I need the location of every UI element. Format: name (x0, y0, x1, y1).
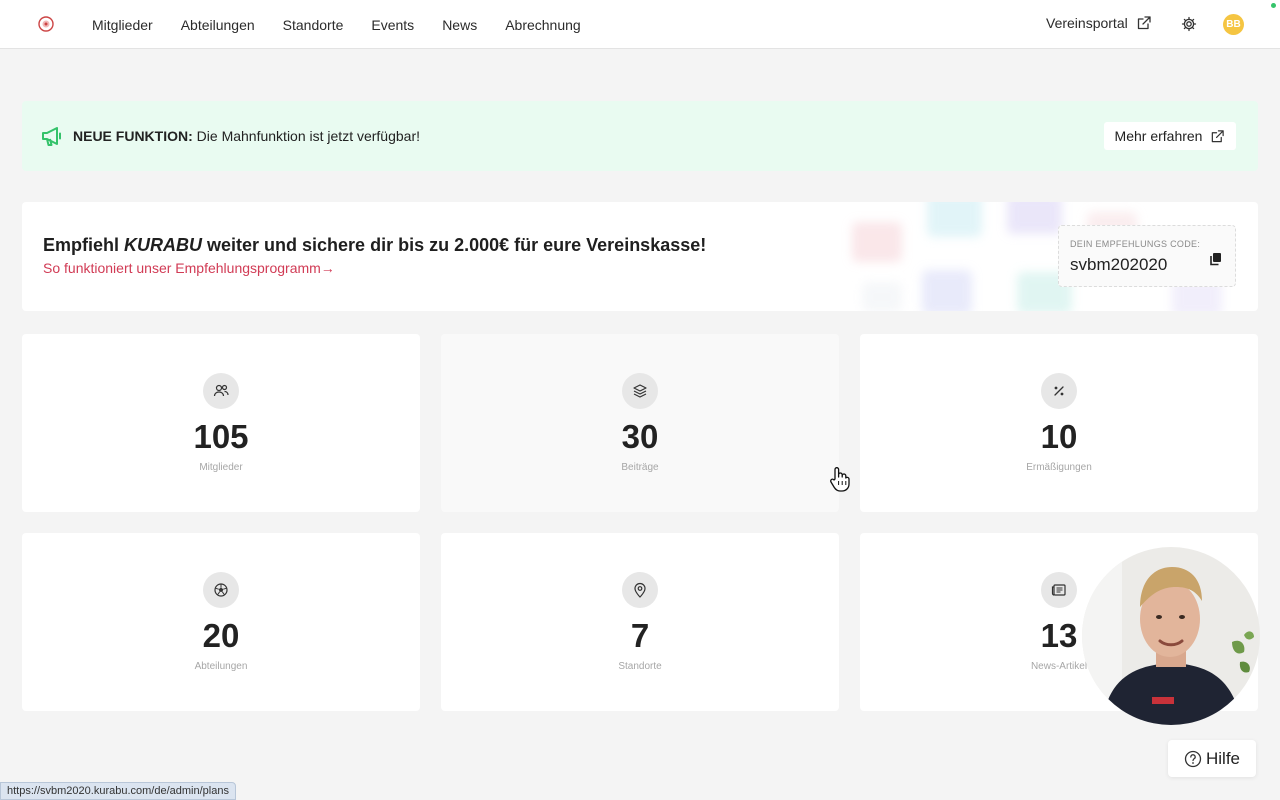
external-link-icon (1137, 16, 1151, 30)
club-logo-icon[interactable] (38, 16, 54, 32)
referral-title-suffix: weiter und sichere dir bis zu 2.000€ für… (202, 235, 707, 255)
nav-item-news[interactable]: News (442, 17, 477, 33)
stat-label: Mitglieder (199, 462, 243, 473)
members-icon (203, 373, 239, 409)
nav-item-abteilungen[interactable]: Abteilungen (181, 17, 255, 33)
announcement-message: Die Mahnfunktion ist jetzt verfügbar! (196, 128, 421, 144)
gear-icon[interactable] (1181, 16, 1197, 32)
stat-label: Standorte (618, 661, 662, 672)
referral-code-box: DEIN EMPFEHLUNGS CODE: svbm202020 (1058, 225, 1236, 287)
vereinsportal-link[interactable]: Vereinsportal (1046, 15, 1152, 31)
stat-value: 10 (1040, 418, 1078, 455)
vereinsportal-label: Vereinsportal (1046, 15, 1128, 31)
stat-value: 105 (193, 418, 249, 455)
presenter-video (1082, 547, 1260, 725)
stat-card-abteilungen[interactable]: 20 Abteilungen (22, 533, 420, 711)
stat-label: Abteilungen (194, 661, 248, 672)
referral-title: Empfiehl KURABU weiter und sichere dir b… (43, 235, 706, 256)
newspaper-icon (1041, 572, 1077, 608)
announcement-text: NEUE FUNKTION: Die Mahnfunktion ist jetz… (73, 128, 420, 144)
stat-card-ermaessigungen[interactable]: 10 Ermäßigungen (860, 334, 1258, 512)
main-nav: Mitglieder Abteilungen Standorte Events … (92, 0, 609, 49)
referral-program-link[interactable]: So funktioniert unser Empfehlungsprogram… (43, 260, 335, 276)
hand-pointer-cursor-icon (830, 467, 850, 492)
help-label: Hilfe (1205, 748, 1240, 768)
nav-item-mitglieder[interactable]: Mitglieder (92, 17, 153, 33)
question-circle-icon (1184, 750, 1202, 767)
stat-card-standorte[interactable]: 7 Standorte (441, 533, 839, 711)
stat-label: Beiträge (621, 462, 659, 473)
stat-label: Ermäßigungen (1026, 462, 1092, 473)
stat-value: 30 (621, 418, 659, 455)
referral-card: Empfiehl KURABU weiter und sichere dir b… (22, 202, 1258, 311)
stat-value: 20 (202, 617, 240, 654)
top-navigation: Mitglieder Abteilungen Standorte Events … (0, 0, 1280, 49)
stat-card-mitglieder[interactable]: 105 Mitglieder (22, 334, 420, 512)
layers-icon (622, 373, 658, 409)
copy-icon[interactable] (1209, 252, 1223, 266)
nav-item-abrechnung[interactable]: Abrechnung (505, 17, 581, 33)
feature-announcement-banner: NEUE FUNKTION: Die Mahnfunktion ist jetz… (22, 101, 1258, 171)
learn-more-button[interactable]: Mehr erfahren (1104, 122, 1236, 150)
user-avatar[interactable]: BB (1223, 14, 1244, 35)
help-button[interactable]: Hilfe (1168, 740, 1256, 777)
referral-code-label: DEIN EMPFEHLUNGS CODE: (1070, 239, 1201, 249)
brand-name: KURABU (124, 235, 203, 255)
referral-title-prefix: Empfiehl (43, 235, 125, 255)
status-bar-url: https://svbm2020.kurabu.com/de/admin/pla… (0, 782, 236, 800)
percent-icon (1041, 373, 1077, 409)
announcement-label: NEUE FUNKTION: (73, 128, 193, 144)
location-pin-icon (622, 572, 658, 608)
external-link-icon (1212, 129, 1225, 142)
nav-item-events[interactable]: Events (371, 17, 414, 33)
ball-icon (203, 572, 239, 608)
learn-more-label: Mehr erfahren (1114, 128, 1203, 144)
megaphone-icon (42, 127, 61, 146)
nav-item-standorte[interactable]: Standorte (283, 17, 344, 33)
online-status-dot (1271, 3, 1276, 8)
stat-card-beitraege[interactable]: 30 Beiträge (441, 334, 839, 512)
referral-code-value: svbm202020 (1070, 255, 1168, 274)
stat-value: 7 (630, 617, 650, 654)
